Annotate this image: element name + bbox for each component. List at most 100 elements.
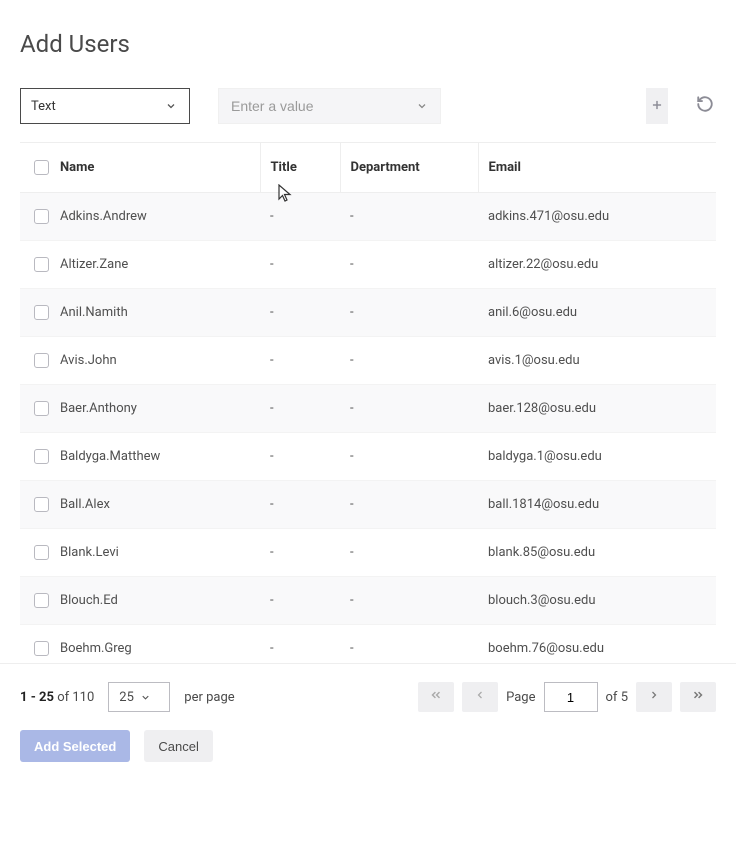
row-checkbox[interactable]: [34, 497, 49, 512]
cell-email: baldyga.1@osu.edu: [478, 433, 716, 481]
row-checkbox[interactable]: [34, 641, 49, 656]
total-pages-text: 5: [621, 690, 628, 705]
page-size-select[interactable]: 25: [108, 682, 170, 712]
page-number-input[interactable]: [544, 682, 598, 712]
cell-title: -: [260, 289, 340, 337]
next-page-button[interactable]: [636, 682, 672, 712]
cell-email: blouch.3@osu.edu: [478, 577, 716, 625]
table-row[interactable]: Adkins.Andrew--adkins.471@osu.edu: [20, 193, 716, 241]
chevron-right-icon: [648, 689, 660, 705]
users-table: Name Title Department Email Adkins.Andre…: [20, 143, 716, 663]
table-scroll[interactable]: Name Title Department Email Adkins.Andre…: [20, 143, 716, 663]
column-header-title[interactable]: Title: [260, 143, 340, 193]
of-text-2: of: [606, 690, 618, 705]
filter-value-input[interactable]: [229, 97, 414, 115]
cell-title: -: [260, 193, 340, 241]
cell-department: -: [340, 529, 478, 577]
cell-department: -: [340, 289, 478, 337]
cell-name: Avis.John: [50, 337, 260, 385]
chevron-left-icon: [474, 689, 486, 705]
total-text: 110: [72, 690, 94, 705]
cell-title: -: [260, 337, 340, 385]
page-label: Page: [506, 690, 535, 705]
row-checkbox[interactable]: [34, 401, 49, 416]
cell-title: -: [260, 625, 340, 664]
chevron-down-icon: [138, 689, 154, 705]
pagination-controls: Page of 5: [418, 682, 716, 712]
table-row[interactable]: Anil.Namith--anil.6@osu.edu: [20, 289, 716, 337]
row-checkbox[interactable]: [34, 353, 49, 368]
pagination-bar: 1 - 25 of 110 25 per page Page of 5: [0, 663, 736, 720]
first-page-button[interactable]: [418, 682, 454, 712]
cell-department: -: [340, 481, 478, 529]
action-row: Add Selected Cancel: [0, 720, 736, 782]
of-text: of: [57, 690, 69, 705]
cell-name: Blank.Levi: [50, 529, 260, 577]
table-row[interactable]: Baldyga.Matthew--baldyga.1@osu.edu: [20, 433, 716, 481]
page-title: Add Users: [20, 30, 736, 58]
row-checkbox[interactable]: [34, 449, 49, 464]
table-row[interactable]: Altizer.Zane--altizer.22@osu.edu: [20, 241, 716, 289]
column-header-name[interactable]: Name: [50, 143, 260, 193]
chevron-down-icon[interactable]: [414, 98, 430, 114]
table-row[interactable]: Boehm.Greg--boehm.76@osu.edu: [20, 625, 716, 664]
table-row[interactable]: Blank.Levi--blank.85@osu.edu: [20, 529, 716, 577]
cell-department: -: [340, 337, 478, 385]
row-checkbox[interactable]: [34, 209, 49, 224]
table-row[interactable]: Baer.Anthony--baer.128@osu.edu: [20, 385, 716, 433]
row-checkbox[interactable]: [34, 305, 49, 320]
cell-name: Blouch.Ed: [50, 577, 260, 625]
cell-department: -: [340, 577, 478, 625]
cell-email: blank.85@osu.edu: [478, 529, 716, 577]
select-all-checkbox[interactable]: [34, 160, 49, 175]
cancel-button[interactable]: Cancel: [144, 730, 212, 762]
reset-button[interactable]: [694, 88, 716, 124]
table-row[interactable]: Avis.John--avis.1@osu.edu: [20, 337, 716, 385]
plus-icon: [650, 97, 664, 116]
filter-field-label: Text: [31, 99, 163, 114]
prev-page-button[interactable]: [462, 682, 498, 712]
cell-email: avis.1@osu.edu: [478, 337, 716, 385]
cell-email: boehm.76@osu.edu: [478, 625, 716, 664]
last-page-button[interactable]: [680, 682, 716, 712]
page-size-value: 25: [119, 690, 134, 705]
cell-email: adkins.471@osu.edu: [478, 193, 716, 241]
table-header-row: Name Title Department Email: [20, 143, 716, 193]
cell-department: -: [340, 625, 478, 664]
per-page-label: per page: [184, 690, 234, 705]
cell-title: -: [260, 385, 340, 433]
cell-title: -: [260, 241, 340, 289]
cell-department: -: [340, 385, 478, 433]
row-checkbox[interactable]: [34, 257, 49, 272]
users-table-wrap: Name Title Department Email Adkins.Andre…: [20, 142, 716, 663]
cell-name: Ball.Alex: [50, 481, 260, 529]
row-checkbox[interactable]: [34, 593, 49, 608]
refresh-icon: [696, 95, 714, 117]
table-row[interactable]: Ball.Alex--ball.1814@osu.edu: [20, 481, 716, 529]
row-checkbox[interactable]: [34, 545, 49, 560]
add-filter-button[interactable]: [646, 88, 668, 124]
add-selected-button[interactable]: Add Selected: [20, 730, 130, 762]
cell-title: -: [260, 529, 340, 577]
filter-value-wrap: [218, 88, 441, 124]
cell-name: Baer.Anthony: [50, 385, 260, 433]
cell-email: anil.6@osu.edu: [478, 289, 716, 337]
cell-title: -: [260, 577, 340, 625]
cell-email: ball.1814@osu.edu: [478, 481, 716, 529]
result-range: 1 - 25 of 110: [20, 690, 94, 705]
cell-department: -: [340, 433, 478, 481]
cell-email: altizer.22@osu.edu: [478, 241, 716, 289]
table-row[interactable]: Blouch.Ed--blouch.3@osu.edu: [20, 577, 716, 625]
chevron-down-icon: [163, 98, 179, 114]
cell-name: Altizer.Zane: [50, 241, 260, 289]
column-header-email[interactable]: Email: [478, 143, 716, 193]
chevron-double-left-icon: [429, 688, 443, 706]
column-header-department[interactable]: Department: [340, 143, 478, 193]
cell-title: -: [260, 433, 340, 481]
cell-name: Boehm.Greg: [50, 625, 260, 664]
cell-name: Baldyga.Matthew: [50, 433, 260, 481]
chevron-double-right-icon: [691, 688, 705, 706]
filter-field-select[interactable]: Text: [20, 88, 190, 124]
cell-department: -: [340, 193, 478, 241]
cell-name: Anil.Namith: [50, 289, 260, 337]
